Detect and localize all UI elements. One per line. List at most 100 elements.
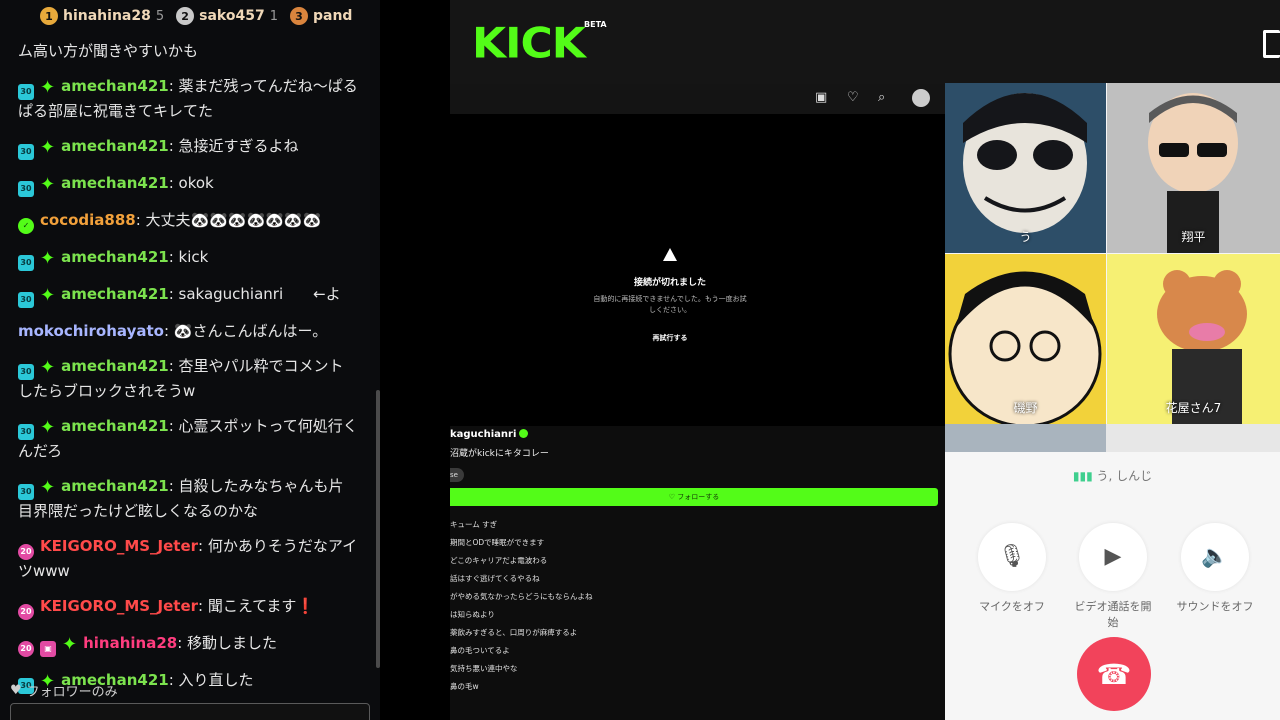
- streamer-name[interactable]: kaguchianri: [450, 429, 529, 440]
- rank-3-icon: 3: [289, 7, 308, 25]
- heart-icon: ♥: [10, 683, 22, 698]
- retry-button[interactable]: 再試行する: [640, 333, 700, 343]
- warning-icon: [663, 248, 677, 261]
- message-text: 聞こえてます: [207, 597, 297, 615]
- message-text: 急接近すぎるよね: [178, 137, 299, 155]
- sparkle-icon: ✦: [40, 174, 56, 195]
- message-text: okok: [178, 174, 214, 192]
- subscriber-badge-icon: 30: [18, 424, 34, 440]
- gifter-name: sako457: [199, 8, 265, 24]
- phone-hangup-icon: ☎: [1096, 657, 1132, 691]
- message-text: 🐼さんこんばんはー。: [173, 322, 328, 340]
- chat-username[interactable]: mokochirohayato: [18, 322, 164, 340]
- chat-message: 20 KEIGORO_MS_Jeter: 何かありそうだなアイツwww: [18, 537, 358, 580]
- list-item: キューム すぎ: [450, 520, 498, 529]
- category-tag[interactable]: se: [450, 468, 464, 482]
- video-camera-icon[interactable]: ▶: [1079, 523, 1147, 591]
- chat-input[interactable]: [10, 703, 370, 720]
- mute-mic-control[interactable]: 🎙 マイクをオフ: [972, 523, 1052, 615]
- follower-only-indicator: ♥ フォロワーのみ: [10, 681, 118, 700]
- window-icon[interactable]: [1263, 30, 1280, 58]
- chat-username[interactable]: amechan421: [61, 285, 169, 303]
- list-item: 鼻の毛w: [450, 682, 479, 691]
- verified-icon: [519, 429, 529, 438]
- sparkle-icon: ✦: [40, 357, 56, 378]
- inner-chat-list: キューム すぎ 期間とODで睡眠ができます どこのキャリアだよ電波わる 話はすぐ…: [450, 516, 750, 696]
- participant-tile[interactable]: 翔平: [1107, 83, 1280, 253]
- kick-logo[interactable]: KICK: [472, 19, 586, 67]
- gifter-3[interactable]: 3 pand: [289, 7, 353, 25]
- stream-title: 沼蔵がkickにキタコレー: [450, 449, 549, 459]
- subscriber-badge-icon: 20: [18, 641, 34, 657]
- kick-header: KICK BETA: [450, 0, 1280, 84]
- participant-tile[interactable]: 花屋さん7: [1107, 254, 1280, 424]
- speaking-names: う, しんじ: [1096, 469, 1153, 483]
- chat-username[interactable]: amechan421: [61, 248, 169, 266]
- message-text: 入り直した: [178, 671, 254, 689]
- speaker-icon[interactable]: 🔈: [1181, 523, 1249, 591]
- voice-call-panel: う 翔平 磯野 花屋さん7 ▮▮▮ う, しんじ 🎙 マイクをオフ ▶ ビデオ通…: [945, 83, 1280, 720]
- sparkle-icon: ✦: [40, 477, 56, 498]
- chat-message: 30 ✦ amechan421: 心霊スポットって何処行くんだろ: [18, 417, 358, 460]
- gifter-name: pand: [312, 8, 353, 24]
- sparkle-icon: ✦: [40, 285, 56, 306]
- control-label: サウンドをオフ: [1176, 600, 1254, 613]
- error-message: 自動的に再接続できませんでした。もう一度お試しください。: [593, 295, 747, 314]
- exclamation-icon: ❗: [296, 597, 316, 615]
- heart-icon[interactable]: ♡: [847, 90, 859, 105]
- gifter-2[interactable]: 2 sako457 1: [176, 7, 278, 25]
- search-icon[interactable]: ⌕: [878, 90, 885, 105]
- gifter-count: 1: [269, 8, 278, 24]
- chat-username[interactable]: hinahina28: [83, 634, 177, 652]
- microphone-icon[interactable]: 🎙: [978, 523, 1046, 591]
- avatar[interactable]: [912, 89, 930, 107]
- follow-button[interactable]: ♡ フォローする: [450, 488, 938, 506]
- chat-scrollbar[interactable]: [376, 390, 380, 668]
- gifter-1[interactable]: 1 hinahina28 5: [40, 7, 164, 25]
- inner-kick-page: ▣ ♡ ⌕ 接続が切れました 自動的に再接続できませんでした。もう一度お試しくだ…: [450, 84, 945, 720]
- chat-username[interactable]: amechan421: [61, 174, 169, 192]
- chat-username[interactable]: amechan421: [61, 417, 169, 435]
- chat-message: ム高い方が聞きやすいかも: [18, 40, 358, 63]
- mute-sound-control[interactable]: 🔈 サウンドをオフ: [1175, 523, 1255, 615]
- list-item: がやめる気なかったらどうにもならんよね: [450, 592, 593, 601]
- status-strip: [1106, 424, 1280, 452]
- chat-username[interactable]: KEIGORO_MS_Jeter: [40, 537, 198, 555]
- subscriber-badge-icon: 30: [18, 255, 34, 271]
- chat-message: 30 ✦ amechan421: 自殺したみなちゃんも片目界隈だったけど眩しくなるの…: [18, 477, 344, 520]
- participant-tile[interactable]: 磯野: [945, 254, 1106, 424]
- list-item: どこのキャリアだよ電波わる: [450, 556, 548, 565]
- chat-message: 20 ▣ ✦ hinahina28: 移動しました: [18, 632, 358, 657]
- participant-tile[interactable]: う: [945, 83, 1106, 253]
- gift-icon[interactable]: ▣: [815, 90, 827, 105]
- audio-wave-icon: ▮▮▮: [1072, 469, 1097, 483]
- rank-1-icon: 1: [40, 7, 58, 25]
- sparkle-icon: ✦: [40, 77, 56, 98]
- control-label: ビデオ通話を開始: [1074, 600, 1152, 629]
- chat-username[interactable]: amechan421: [61, 477, 169, 495]
- message-text: kick: [178, 248, 209, 266]
- chat-username[interactable]: KEIGORO_MS_Jeter: [40, 597, 198, 615]
- chat-message: 30 ✦ amechan421: 急接近すぎるよね: [18, 135, 358, 160]
- control-label: マイクをオフ: [979, 600, 1045, 613]
- chat-username[interactable]: cocodia888: [40, 211, 136, 229]
- chat-username[interactable]: amechan421: [61, 137, 169, 155]
- video-player[interactable]: 接続が切れました 自動的に再接続できませんでした。もう一度お試しください。 再試…: [450, 114, 945, 426]
- sparkle-icon: ✦: [40, 248, 56, 269]
- inner-toolbar: ▣ ♡ ⌕: [450, 84, 945, 114]
- chat-username[interactable]: amechan421: [61, 77, 169, 95]
- rank-2-icon: 2: [176, 7, 195, 25]
- subscriber-badge-icon: 30: [18, 181, 34, 197]
- sparkle-icon: ✦: [40, 417, 56, 438]
- start-video-control[interactable]: ▶ ビデオ通話を開始: [1073, 523, 1153, 631]
- end-call-button[interactable]: ☎: [1077, 637, 1151, 711]
- chat-message: 30 ✦ amechan421: sakaguchianri ←よ: [18, 283, 358, 308]
- chat-messages: ム高い方が聞きやすいかも 30 ✦ amechan421: 薬まだ残ってんだね〜ぱる…: [18, 40, 358, 706]
- chat-username[interactable]: amechan421: [61, 357, 169, 375]
- message-text: sakaguchianri ←よ: [178, 285, 341, 303]
- participant-name: 花屋さん7: [1165, 401, 1222, 415]
- gifter-count: 5: [155, 8, 165, 24]
- list-item: 薬飲みすぎると、口周りが麻痺するよ: [450, 628, 578, 637]
- speaking-indicator: ▮▮▮ う, しんじ: [945, 467, 1280, 484]
- chat-message: 30 ✦ amechan421: okok: [18, 172, 358, 197]
